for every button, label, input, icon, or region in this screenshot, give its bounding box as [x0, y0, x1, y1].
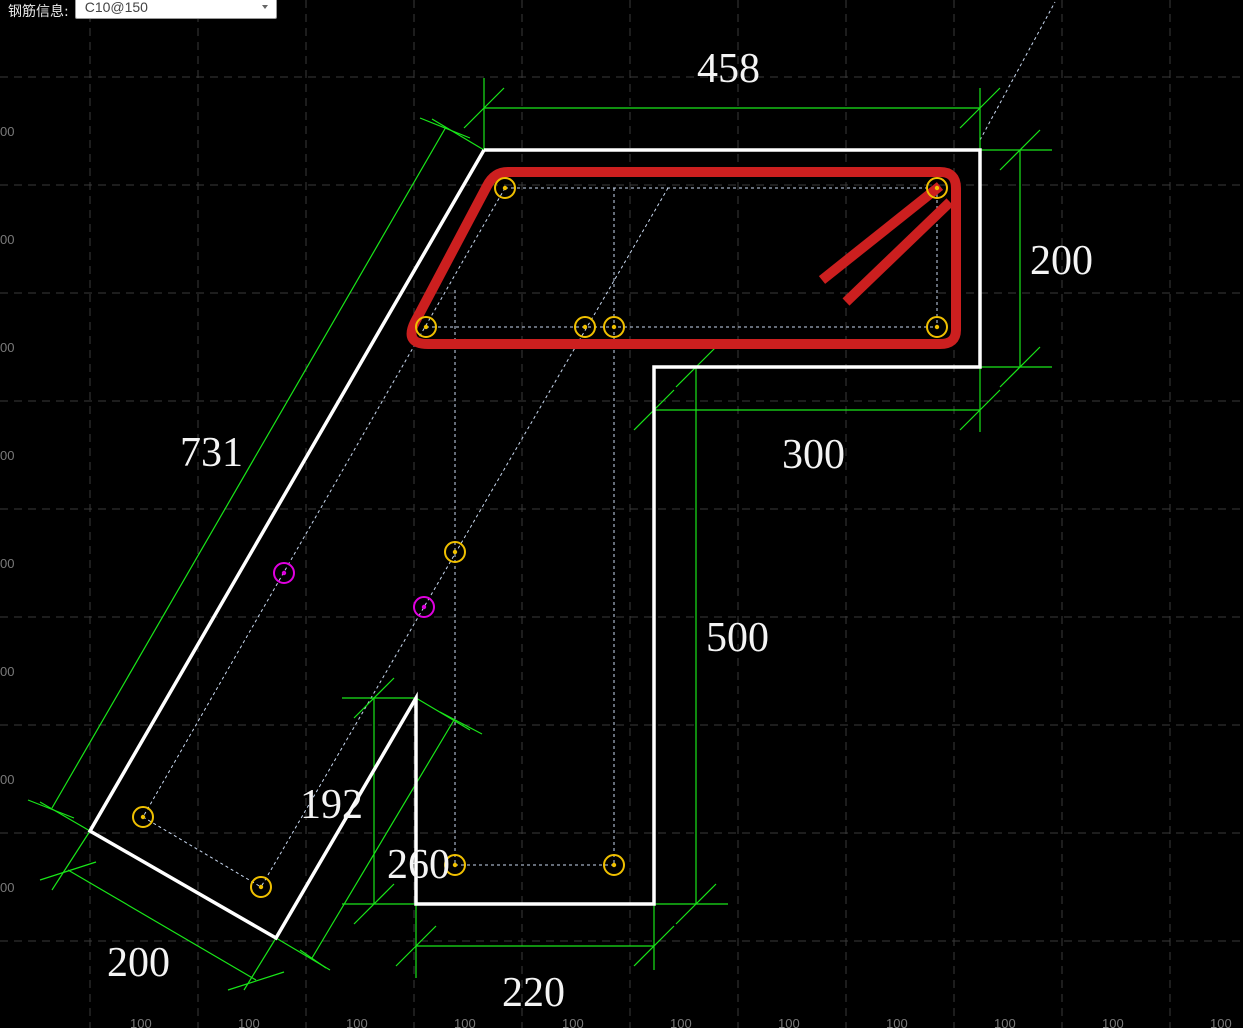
axis-label-bottom: 100: [562, 1016, 584, 1028]
stirrup-rebar: [406, 167, 961, 349]
axis-label-left: 00: [0, 340, 14, 355]
axis-label-left: 00: [0, 448, 14, 463]
rebar-info-select[interactable]: C10@150: [74, 0, 277, 19]
grid: [0, 0, 1243, 1028]
axis-label-bottom: 100: [1102, 1016, 1124, 1028]
axis-label-left: 00: [0, 880, 14, 895]
dim-notch-width: 300: [782, 432, 845, 478]
rebar-point-alt[interactable]: [413, 596, 435, 618]
axis-label-left: 00: [0, 664, 14, 679]
rebar-points: [132, 177, 948, 898]
construction-lines: [142, 1, 1056, 888]
axis-label-bottom: 100: [1210, 1016, 1232, 1028]
axis-label-left: 00: [0, 124, 14, 139]
dim-bottom-width: 220: [502, 970, 565, 1016]
rebar-point-alt[interactable]: [273, 562, 295, 584]
dim-slant-length: 731: [180, 430, 243, 476]
axis-label-bottom: 100: [886, 1016, 908, 1028]
axis-label-bottom: 100: [130, 1016, 152, 1028]
axis-label-bottom: 100: [778, 1016, 800, 1028]
rebar-info-bar: 钢筋信息: C10@150: [0, 0, 320, 22]
rebar-info-label: 钢筋信息:: [8, 4, 69, 20]
section-drawing-canvas[interactable]: 0000000000000000 100 100 100 100 100 100 100 10…: [0, 0, 1243, 1028]
dim-end-width: 200: [107, 940, 170, 986]
axis-label-bottom: 100: [994, 1016, 1016, 1028]
dim-stem-height: 500: [706, 615, 769, 661]
axis-label-bottom: 100: [238, 1016, 260, 1028]
axis-labels-bottom: 100 100 100 100 100 100 100 100 100 100 100: [130, 1016, 1232, 1028]
axis-label-bottom: 100: [346, 1016, 368, 1028]
axis-label-left: 00: [0, 772, 14, 787]
axis-label-bottom: 100: [670, 1016, 692, 1028]
chevron-down-icon: [261, 5, 268, 9]
axis-label-bottom: 100: [454, 1016, 476, 1028]
axis-label-left: 00: [0, 556, 14, 571]
dim-top-width: 458: [697, 46, 760, 92]
dim-right-height: 200: [1030, 238, 1093, 284]
axis-label-left: 00: [0, 232, 14, 247]
rebar-point[interactable]: [132, 806, 154, 828]
rebar-point[interactable]: [250, 876, 272, 898]
rebar-info-value: C10@150: [84, 0, 148, 15]
dim-inner-slant: 192: [300, 782, 363, 828]
dim-inner-height: 260: [387, 842, 450, 888]
